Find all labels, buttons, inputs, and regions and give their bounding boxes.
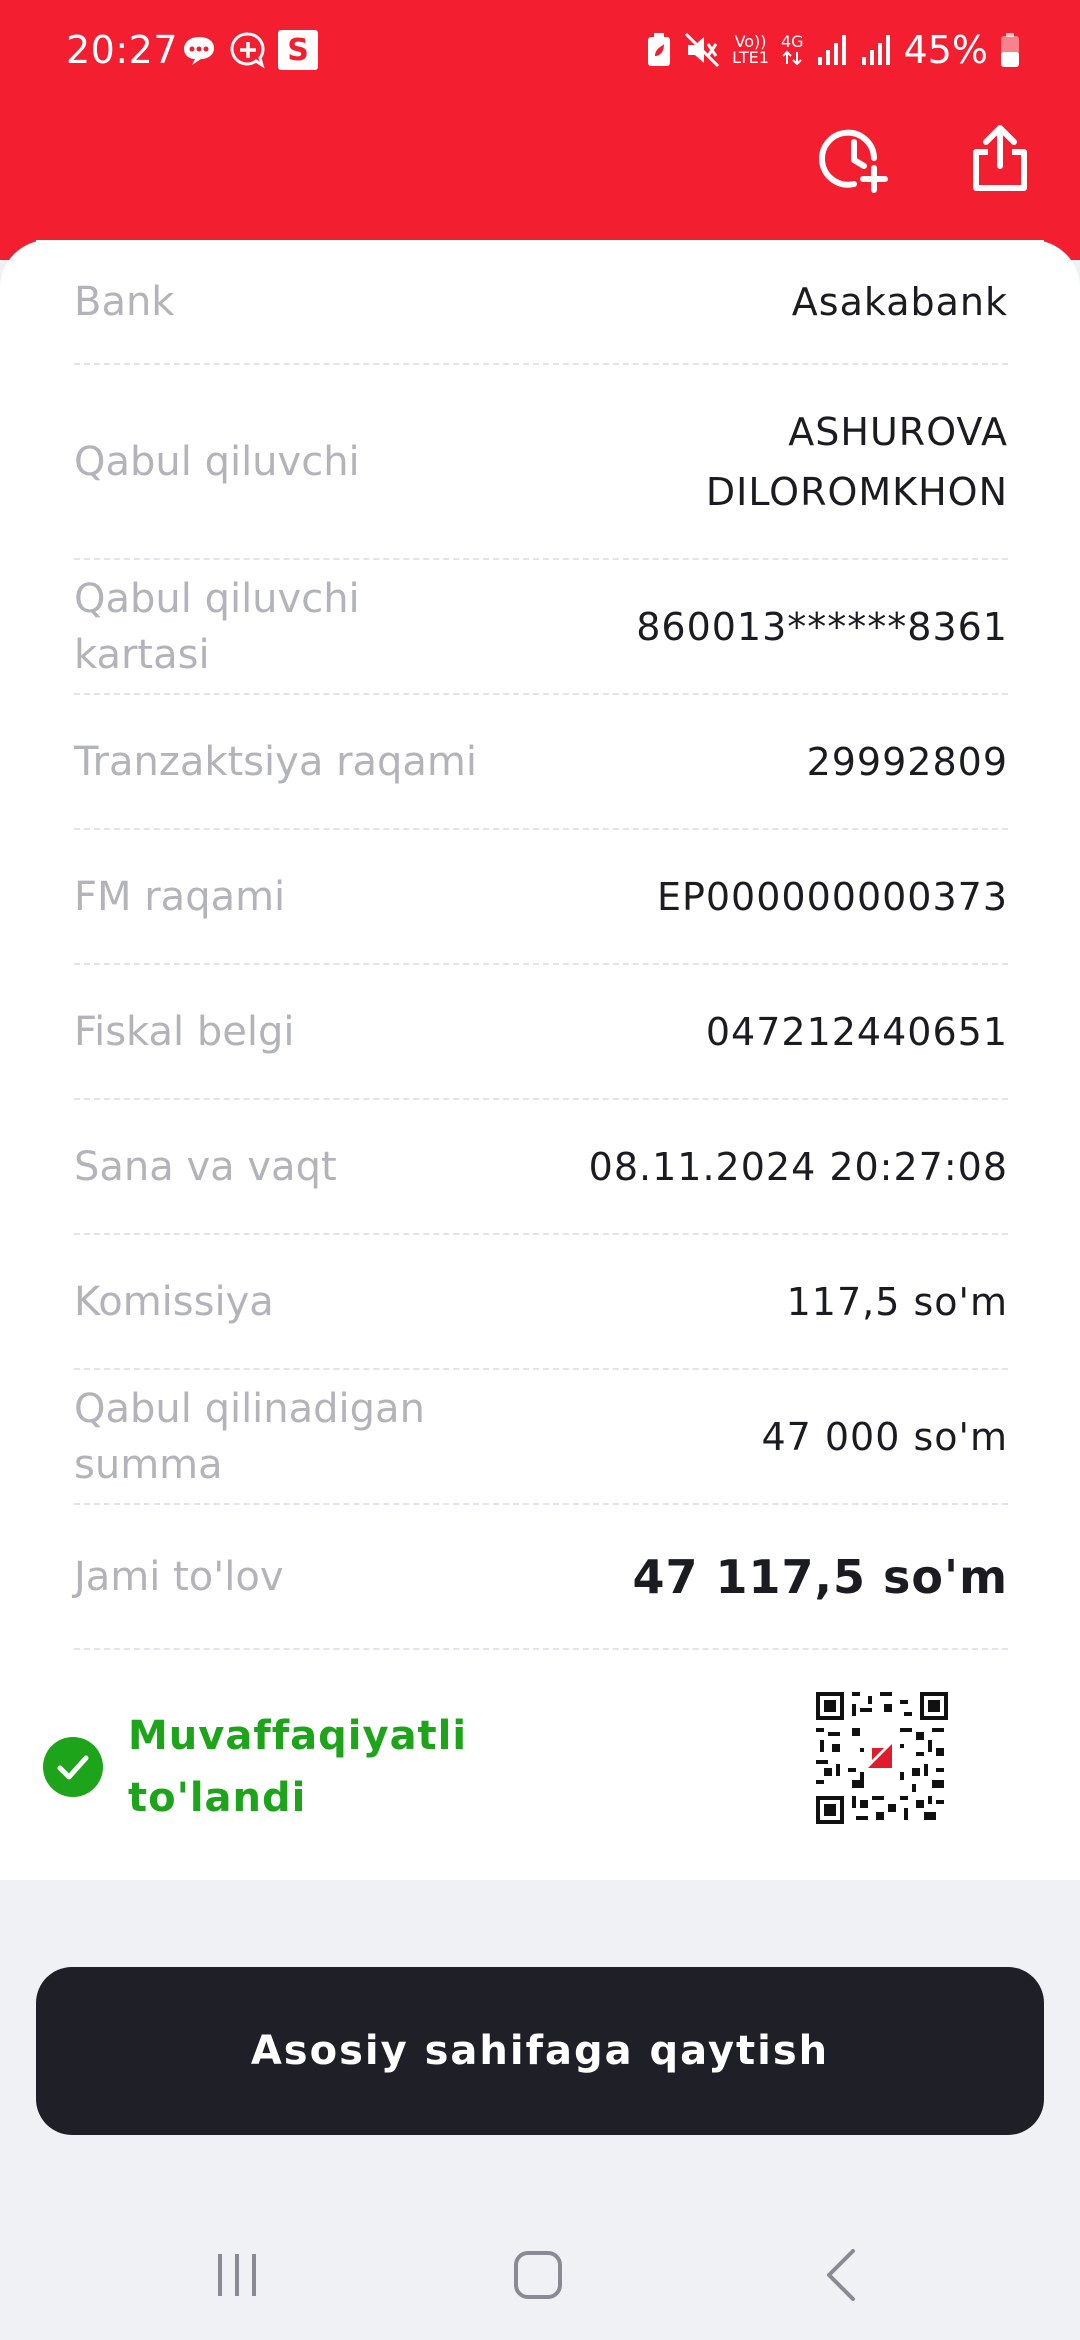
receipt-row-fiscal: Fiskal belgi 047212440651 xyxy=(74,965,1008,1100)
qr-code[interactable] xyxy=(816,1692,948,1824)
receipt-row-total: Jami to'lov 47 117,5 so'm xyxy=(74,1505,1008,1650)
receipt-row-transaction: Tranzaktsiya raqami 29992809 xyxy=(74,695,1008,830)
volte-bottom: LTE1 xyxy=(732,48,769,67)
recents-icon[interactable] xyxy=(202,2240,272,2310)
status-time: 20:27 xyxy=(66,28,179,72)
4g-icon: 4G xyxy=(781,34,804,66)
battery-percent: 45% xyxy=(903,28,988,72)
screen: 20:27 S Vo)) LTE1 4G 45% Bank Asakabank … xyxy=(0,0,1080,2340)
home-icon[interactable] xyxy=(503,2240,573,2310)
receipt-row-bank: Bank Asakabank xyxy=(74,240,1008,365)
row-value: 47 000 so'm xyxy=(761,1414,1008,1459)
back-icon[interactable] xyxy=(806,2240,876,2310)
receipt-row-card: Qabul qiluvchi kartasi 860013******8361 xyxy=(74,560,1008,695)
row-value: 29992809 xyxy=(806,739,1008,784)
row-label: Qabul qiluvchi xyxy=(74,438,360,485)
signal-icon xyxy=(860,33,892,67)
row-label: Komissiya xyxy=(74,1278,274,1325)
row-label: FM raqami xyxy=(74,873,286,920)
total-value: 47 117,5 so'm xyxy=(632,1549,1008,1604)
row-label: Qabul qiluvchi kartasi xyxy=(74,575,360,678)
receipt-row-recipient: Qabul qiluvchi ASHUROVA DILOROMKHON xyxy=(74,365,1008,560)
row-label: Qabul qilinadigan summa xyxy=(74,1385,425,1488)
row-label: Tranzaktsiya raqami xyxy=(74,738,478,785)
receipt-row-datetime: Sana va vaqt 08.11.2024 20:27:08 xyxy=(74,1100,1008,1235)
row-label: Bank xyxy=(74,278,175,325)
share-icon[interactable] xyxy=(964,122,1036,194)
clock-plus-icon[interactable] xyxy=(818,122,890,194)
row-label: Sana va vaqt xyxy=(74,1143,337,1190)
row-value: 08.11.2024 20:27:08 xyxy=(588,1144,1008,1189)
receipt-card: Bank Asakabank Qabul qiluvchi ASHUROVA D… xyxy=(36,240,1044,1870)
receipt-row-commission: Komissiya 117,5 so'm xyxy=(74,1235,1008,1370)
row-label: Fiskal belgi xyxy=(74,1008,295,1055)
mute-icon xyxy=(684,32,720,68)
status-left-icons: S xyxy=(180,30,318,70)
volte-icon: Vo)) LTE1 xyxy=(732,34,769,66)
row-label: Jami to'lov xyxy=(74,1553,284,1600)
battery-icon xyxy=(1000,32,1020,68)
row-value: Asakabank xyxy=(791,279,1008,324)
row-value: ASHUROVA DILOROMKHON xyxy=(705,409,1008,514)
signal-icon xyxy=(816,33,848,67)
row-value: 047212440651 xyxy=(705,1009,1008,1054)
system-nav-bar xyxy=(0,2220,1080,2320)
chat-bubble-icon xyxy=(180,31,218,69)
receipt-row-received-amount: Qabul qilinadigan summa 47 000 so'm xyxy=(74,1370,1008,1505)
receipt-row-fm: FM raqami EP000000000373 xyxy=(74,830,1008,965)
network-gen: 4G xyxy=(780,32,804,51)
header-bar: 20:27 S Vo)) LTE1 4G 45% xyxy=(0,0,1080,260)
row-value: 117,5 so'm xyxy=(786,1279,1008,1324)
status-right: Vo)) LTE1 4G 45% xyxy=(646,28,1020,72)
check-circle-icon xyxy=(43,1737,103,1797)
row-value: EP000000000373 xyxy=(656,874,1008,919)
home-return-button[interactable]: Asosiy sahifaga qaytish xyxy=(36,1967,1044,2135)
s-app-icon: S xyxy=(278,30,318,70)
row-value: 860013******8361 xyxy=(636,604,1008,649)
payment-status: Muvaffaqiyatli to'landi xyxy=(42,1705,468,1829)
battery-saver-icon xyxy=(646,32,672,68)
plus-bubble-icon xyxy=(228,30,268,70)
status-text: Muvaffaqiyatli to'landi xyxy=(128,1713,468,1821)
